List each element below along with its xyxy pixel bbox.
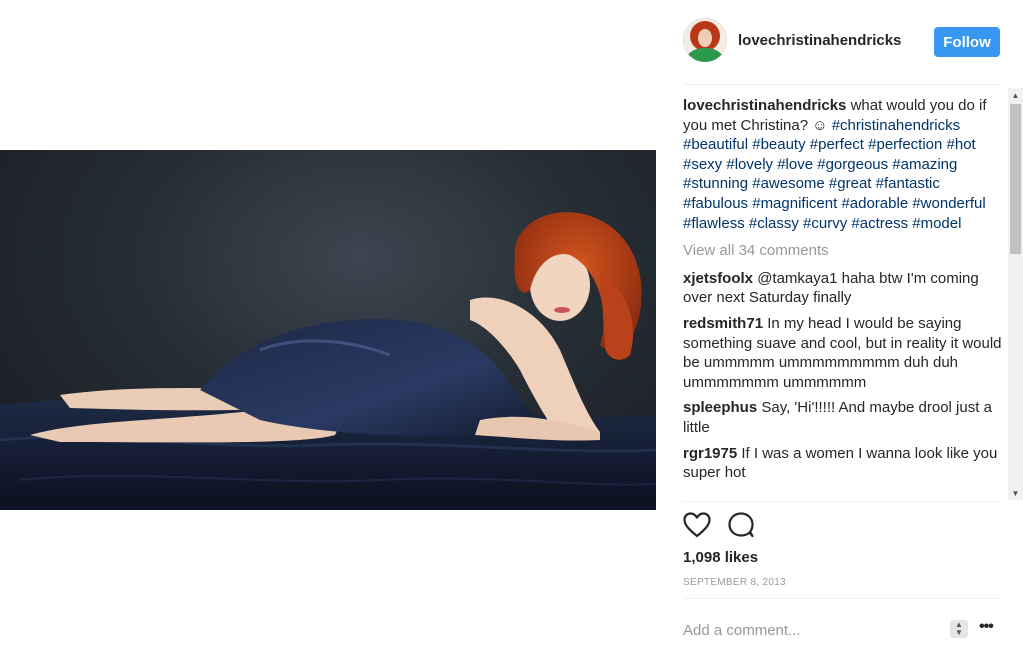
- comment-username[interactable]: rgr1975: [683, 445, 737, 462]
- comment-spinner[interactable]: ▲ ▼: [950, 620, 968, 638]
- likes-count[interactable]: 1,098 likes: [683, 549, 758, 566]
- header-divider: [683, 84, 1001, 85]
- photo-illustration: [0, 212, 656, 510]
- scroll-down-arrow-icon[interactable]: ▼: [1008, 486, 1023, 500]
- heart-icon[interactable]: [683, 512, 711, 538]
- avatar[interactable]: [683, 18, 727, 62]
- comment-username[interactable]: redsmith71: [683, 315, 763, 332]
- scrollbar-thumb[interactable]: [1010, 104, 1021, 254]
- comment-item: redsmith71 In my head I would be saying …: [683, 314, 1005, 392]
- view-all-comments-link[interactable]: View all 34 comments: [683, 241, 1005, 261]
- post-details-panel: lovechristinahendricks Follow lovechrist…: [670, 0, 1023, 657]
- scroll-up-arrow-icon[interactable]: ▲: [1008, 88, 1023, 102]
- caption-username[interactable]: lovechristinahendricks: [683, 97, 846, 114]
- add-comment-input[interactable]: [683, 619, 943, 641]
- post-header: lovechristinahendricks Follow: [683, 18, 1001, 66]
- avatar-image: [683, 18, 727, 62]
- comment-bubble-icon[interactable]: [727, 512, 755, 538]
- comment-item: spleephus Say, 'Hi'!!!!! And maybe drool…: [683, 398, 1005, 437]
- more-options-icon[interactable]: •••: [979, 618, 994, 636]
- comment-item: xjetsfoolx @tamkaya1 haha btw I'm coming…: [683, 269, 1005, 308]
- footer-divider: [683, 598, 1001, 599]
- post-photo[interactable]: [0, 150, 656, 510]
- comments-scrollbar[interactable]: ▲ ▼: [1008, 88, 1023, 500]
- comment-username[interactable]: xjetsfoolx: [683, 270, 753, 287]
- post-actions: [683, 510, 783, 540]
- post-username[interactable]: lovechristinahendricks: [738, 32, 901, 49]
- comments-list[interactable]: lovechristinahendricks what would you do…: [683, 96, 1005, 500]
- comment-item: rgr1975 If I was a women I wanna look li…: [683, 444, 1005, 483]
- comment-username[interactable]: spleephus: [683, 399, 757, 416]
- follow-button[interactable]: Follow: [934, 27, 1000, 57]
- post-caption: lovechristinahendricks what would you do…: [683, 96, 1005, 233]
- spinner-down-icon[interactable]: ▼: [950, 629, 968, 637]
- post-date[interactable]: SEPTEMBER 8, 2013: [683, 577, 786, 588]
- comments-divider: [683, 501, 1001, 502]
